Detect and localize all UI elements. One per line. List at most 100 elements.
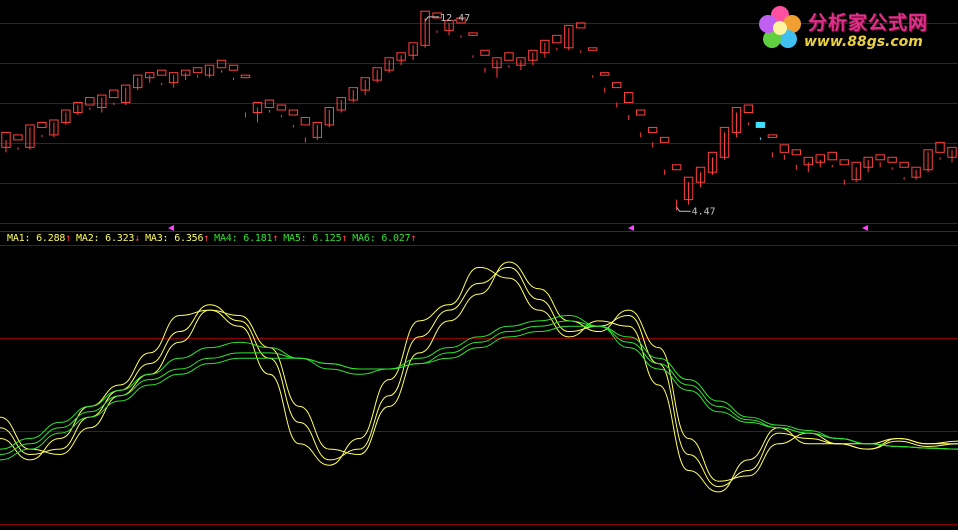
candle: [228, 64, 239, 81]
candle: [1, 131, 11, 153]
candle: [815, 154, 825, 168]
candle: [659, 136, 670, 175]
candle: [827, 151, 837, 168]
candle-body: [588, 47, 598, 51]
legend-arrow: ↑: [341, 233, 348, 244]
period-marker-0: [168, 225, 174, 231]
legend-value: MA5: 6.125: [283, 233, 342, 244]
candle: [863, 156, 873, 173]
candle-body: [468, 32, 478, 36]
legend-arrow: ↑: [65, 233, 72, 244]
legend-arrow: ↑: [203, 233, 210, 244]
candle: [25, 124, 35, 150]
legend-ma3: MA3: 6.356↑: [145, 233, 214, 244]
candle: [372, 67, 382, 83]
candle: [264, 99, 275, 113]
candle: [156, 69, 167, 86]
candle: [887, 156, 897, 170]
legend-value: MA4: 6.181: [214, 233, 273, 244]
high-label: 12.47: [440, 13, 470, 24]
legend-arrow: ↑: [410, 233, 417, 244]
candle: [312, 121, 323, 140]
candle-body: [240, 74, 251, 79]
candle: [528, 49, 538, 66]
candle: [647, 126, 658, 148]
legend-value: MA2: 6.323: [76, 233, 135, 244]
period-markers: [168, 225, 868, 231]
ma-line-ma6: [0, 325, 958, 461]
legend-ma1: MA1: 6.288↑: [7, 233, 76, 244]
candle: [623, 92, 634, 120]
ma-line-ma1: [0, 266, 958, 493]
legend-ma5: MA5: 6.125↑: [283, 233, 352, 244]
flower-logo-icon: [759, 6, 801, 48]
candle: [851, 161, 861, 183]
candle: [755, 121, 766, 140]
candle: [61, 109, 71, 125]
candle-body: [13, 134, 23, 141]
candle: [683, 176, 694, 205]
candle: [767, 134, 778, 158]
candle-body: [623, 92, 634, 104]
legend-ma6: MA6: 6.027↑: [352, 233, 421, 244]
legend-ma4: MA4: 6.181↑: [214, 233, 283, 244]
candle-body: [156, 69, 167, 76]
candle: [935, 141, 945, 160]
candle: [73, 102, 83, 115]
price-annotations: 12.47 4.47: [424, 13, 716, 217]
candle-body: [288, 109, 299, 116]
legend-value: MA1: 6.288: [7, 233, 66, 244]
candle-body: [659, 136, 670, 143]
stock-chart: 12.47 4.47: [0, 10, 958, 525]
candle-body: [827, 151, 837, 161]
legend-arrow: ↑: [272, 233, 279, 244]
candle-body: [791, 149, 802, 156]
candle: [180, 69, 191, 81]
ma-line-ma4: [0, 314, 958, 450]
legend-value: MA3: 6.356: [145, 233, 204, 244]
period-marker-2: [862, 225, 868, 231]
candle-body: [276, 104, 287, 111]
candle-body: [755, 121, 766, 128]
grid-lines: [0, 23, 958, 525]
candle: [336, 97, 346, 113]
low-pointer: [676, 207, 691, 212]
candle-body: [192, 67, 203, 74]
candle-body: [899, 161, 909, 168]
candle-body: [779, 144, 790, 153]
ma-legend: MA1: 6.288↑ MA2: 6.323↓ MA3: 6.356↑ MA4: 6.…: [7, 233, 421, 244]
candle: [695, 166, 706, 188]
candle: [671, 164, 682, 211]
candle: [240, 74, 251, 118]
candle: [144, 72, 155, 83]
candle: [552, 34, 562, 51]
candle: [408, 42, 418, 61]
ma-line-ma2: [0, 266, 958, 488]
candle-body: [480, 49, 490, 56]
candle: [300, 116, 311, 143]
candle-body: [37, 121, 47, 128]
candle-body: [300, 116, 311, 126]
period-marker-1: [628, 225, 634, 231]
candle: [276, 104, 287, 118]
candle-body: [743, 104, 754, 113]
candle: [743, 104, 754, 125]
legend-value: MA6: 6.027: [352, 233, 411, 244]
candle-body: [767, 134, 778, 138]
candle: [576, 22, 586, 53]
candle: [109, 89, 119, 106]
candle-body: [671, 164, 682, 171]
candle: [13, 134, 23, 150]
candle: [635, 109, 646, 138]
low-label: 4.47: [692, 206, 716, 217]
candle-body: [612, 82, 622, 89]
candle: [803, 156, 814, 173]
candle-body: [875, 154, 885, 161]
candle: [468, 32, 478, 58]
candle: [839, 159, 849, 185]
candle: [492, 57, 502, 78]
candle: [204, 64, 215, 78]
candle: [288, 109, 299, 128]
ma-line-ma3: [0, 261, 958, 482]
candle-body: [109, 89, 119, 99]
